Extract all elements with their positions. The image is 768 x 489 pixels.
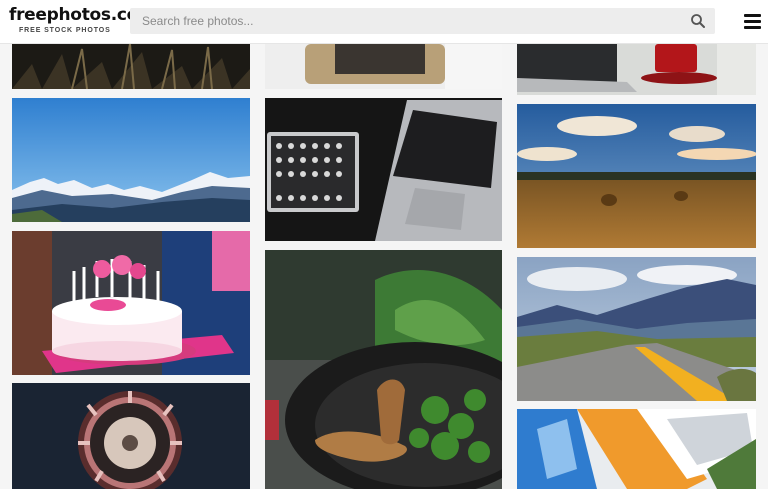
photo-vintage-camera[interactable] xyxy=(265,44,502,89)
photo-mountains[interactable] xyxy=(12,98,250,222)
photo-mountain-road[interactable] xyxy=(517,257,756,401)
photo-mixer-and-laptop[interactable] xyxy=(265,98,502,241)
photo-dial-knob[interactable] xyxy=(12,383,250,489)
photo-pan-with-food[interactable] xyxy=(265,250,502,489)
photo-field-hay-bales[interactable] xyxy=(517,104,756,248)
logo-title[interactable]: freephotos.cc xyxy=(9,6,137,25)
photo-dry-grass[interactable] xyxy=(12,44,250,89)
photo-coffee-cup-laptop[interactable] xyxy=(517,44,756,95)
site-logo[interactable]: freephotos.cc FREE STOCK PHOTOS xyxy=(9,6,137,35)
photo-birthday-cake[interactable] xyxy=(12,231,250,375)
search-icon[interactable] xyxy=(690,13,706,29)
hamburger-menu-icon[interactable] xyxy=(744,14,761,29)
logo-tagline: FREE STOCK PHOTOS xyxy=(19,27,111,34)
menu-bar xyxy=(744,26,761,29)
photo-colorful-frames[interactable] xyxy=(517,409,756,489)
menu-bar xyxy=(744,14,761,17)
search-input[interactable] xyxy=(130,8,715,34)
photo-grid xyxy=(0,0,768,489)
top-header: freephotos.cc FREE STOCK PHOTOS xyxy=(0,0,768,44)
menu-bar xyxy=(744,20,761,23)
